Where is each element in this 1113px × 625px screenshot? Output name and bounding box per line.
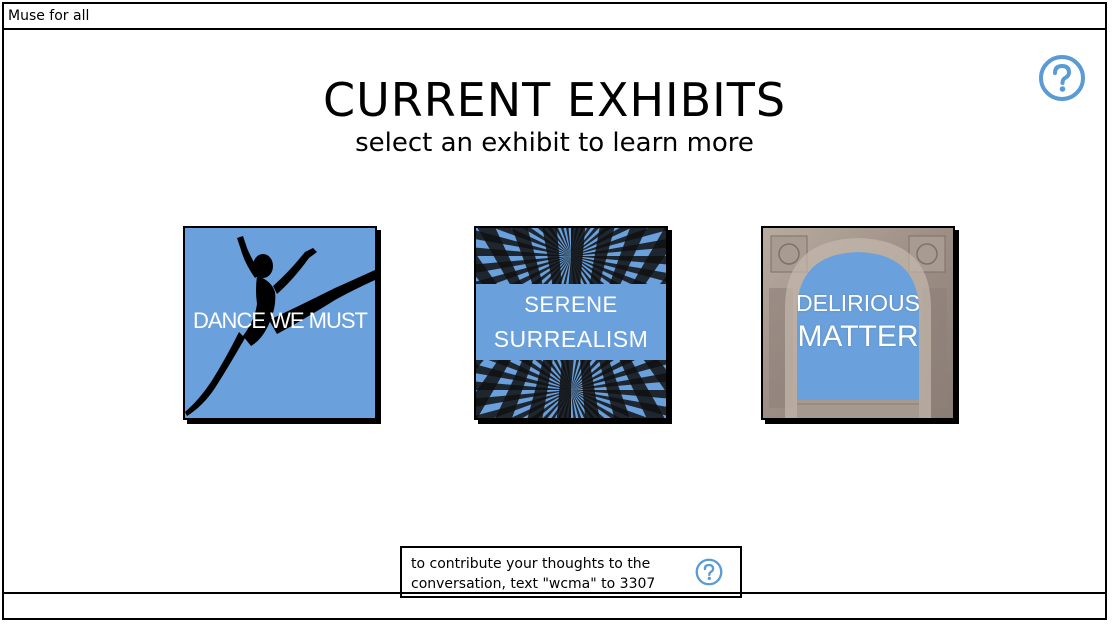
- window-title: Muse for all: [8, 8, 90, 24]
- exhibit-card-serene-surrealism[interactable]: SERENE SURREALISM: [474, 226, 668, 420]
- exhibit-card-delirious-matter[interactable]: DELIRIOUS MATTER: [761, 226, 955, 420]
- contribute-tip-box: to contribute your thoughts to the conve…: [400, 546, 742, 598]
- exhibit-label: DANCE WE MUST: [193, 308, 368, 333]
- page-title: CURRENT EXHIBITS: [322, 73, 787, 127]
- help-icon[interactable]: [695, 558, 723, 586]
- title-bar: Muse for all: [4, 4, 1105, 30]
- app-window: Muse for all CURRENT EXHIBITS select an …: [2, 2, 1107, 620]
- page-subtitle: select an exhibit to learn more: [355, 128, 754, 158]
- tip-line-1: to contribute your thoughts to the: [411, 556, 651, 572]
- exhibit-card-dance-we-must[interactable]: DANCE WE MUST: [183, 226, 377, 420]
- status-bar: [4, 592, 1105, 618]
- contribute-tip-text: to contribute your thoughts to the conve…: [411, 554, 691, 594]
- exhibit-label-line-2: MATTER: [797, 320, 919, 353]
- exhibit-label-line-1: DELIRIOUS: [796, 290, 920, 316]
- exhibit-label-line-1: SERENE: [524, 292, 618, 317]
- exhibit-label-line-2: SURREALISM: [493, 326, 649, 352]
- tip-line-2: conversation, text "wcma" to 3307: [411, 576, 656, 592]
